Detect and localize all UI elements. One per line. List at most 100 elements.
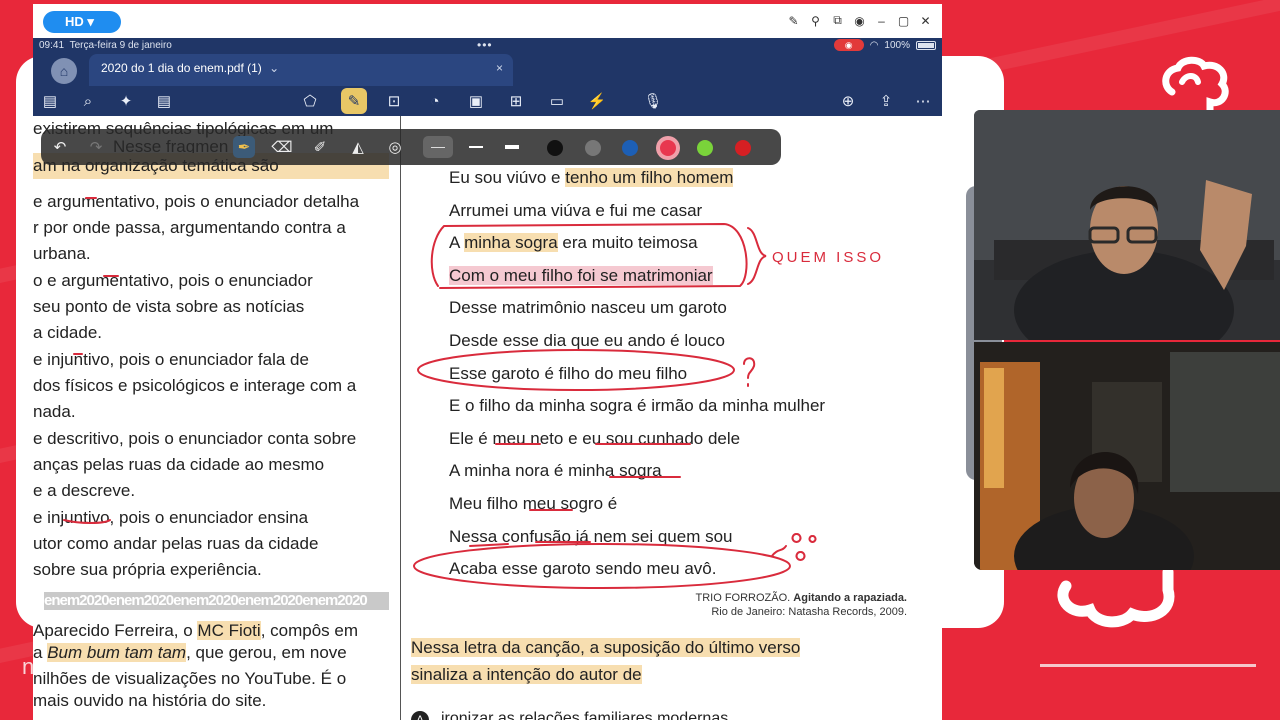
- text-fragment: Aparecido Ferreira, o: [33, 621, 198, 640]
- maximize-icon[interactable]: ▢: [895, 12, 912, 29]
- text-fragment: , compôs em: [260, 621, 358, 640]
- brand-divider: [1040, 664, 1256, 667]
- left-text-line: anças pelas ruas da cidade ao mesmo: [33, 455, 325, 474]
- webcam-presenter-bottom: [974, 342, 1280, 570]
- highlighter-icon[interactable]: ✐: [309, 136, 331, 158]
- notes-icon[interactable]: ▤: [153, 90, 175, 112]
- left-text-line: nada.: [33, 402, 76, 421]
- lyric-highlight: tenho um filho homem: [565, 168, 734, 187]
- tab-close-icon[interactable]: ×: [496, 61, 503, 75]
- text-fragment: a: [33, 643, 48, 662]
- lyric-line: Com o meu filho foi se matrimoniar: [449, 265, 713, 286]
- lyric-line: Arrumei uma viúva e fui me casar: [449, 200, 703, 220]
- recording-indicator-icon: ◉: [833, 39, 864, 51]
- color-swatch[interactable]: [622, 140, 638, 156]
- enem-banner: enem2020enem2020enem2020enem2020enem2020: [44, 592, 389, 610]
- lasso-icon[interactable]: ⬠: [299, 90, 321, 112]
- column-divider: [400, 116, 401, 720]
- brush-icon[interactable]: ◭: [347, 136, 369, 158]
- pin-icon[interactable]: ⚲: [807, 12, 824, 29]
- search-icon[interactable]: ⌕: [77, 90, 99, 112]
- credit-author: TRIO FORROZÃO.: [695, 592, 791, 604]
- microphone-icon[interactable]: 🎙: [636, 90, 670, 112]
- highlight-mc-fioti: MC Fioti: [197, 621, 261, 640]
- left-text-line: utor como andar pelas ruas da cidade: [33, 534, 319, 553]
- minimize-icon[interactable]: –: [873, 12, 890, 29]
- multitask-dots[interactable]: •••: [477, 38, 493, 52]
- lyric-line: Meu filho meu sogro é: [449, 494, 618, 513]
- color-swatch[interactable]: [584, 140, 601, 156]
- brain-logo-large-icon: [1057, 566, 1175, 628]
- left-bottom-text: Aparecido Ferreira, o MC Fioti, compôs e…: [33, 618, 389, 718]
- crop-icon[interactable]: ⧉: [829, 12, 846, 29]
- color-swatch[interactable]: [659, 140, 676, 156]
- stroke-thin-button[interactable]: [423, 136, 453, 158]
- sparkle-icon[interactable]: ✦: [115, 90, 137, 112]
- record-icon[interactable]: ◉: [851, 12, 868, 29]
- left-text-line: a cidade.: [33, 323, 102, 342]
- lyric-line: A minha nora é minha sogra: [449, 461, 662, 481]
- home-icon[interactable]: ⌂: [51, 58, 77, 84]
- lyric-highlight: Com o meu filho foi se matrimoniar: [449, 265, 713, 285]
- eraser-icon[interactable]: ⌫: [271, 136, 293, 158]
- status-right: ◉ ◠ 100%: [833, 39, 936, 51]
- text-fragment: , que gerou, em nove: [186, 643, 347, 662]
- edit-icon[interactable]: ✎: [785, 12, 802, 29]
- date-text: Terça-feira 9 de janeiro: [69, 40, 172, 51]
- right-column: Eu sou viúvo e tenho um filho homem Arrum…: [411, 116, 931, 720]
- left-text-line: dos físicos e psicológicos e interage co…: [33, 376, 357, 395]
- stroke-medium-button[interactable]: [465, 136, 487, 158]
- question-text-2: sinaliza a intenção do autor de: [411, 665, 642, 684]
- status-time: 09:41 Terça-feira 9 de janeiro: [39, 40, 172, 51]
- close-icon[interactable]: ✕: [917, 12, 934, 29]
- question-text-1: Nessa letra da canção, a suposição do úl…: [411, 638, 801, 657]
- sticky-note-icon[interactable]: ▭: [546, 90, 568, 112]
- option-a[interactable]: Aironizar as relações familiares moderna…: [411, 710, 733, 720]
- color-swatch[interactable]: [697, 140, 713, 156]
- lyric-line: Acaba esse garoto sendo meu avô.: [449, 559, 717, 579]
- tab-document[interactable]: 2020 do 1 dia do enem.pdf (1) ⌄ ×: [89, 54, 513, 86]
- textbox-icon[interactable]: ⊡: [383, 90, 405, 112]
- ipad-window: HD ▾ ✎ ⚲ ⧉ ◉ – ▢ ✕ 09:41 Terça-feira 9 d…: [33, 4, 942, 720]
- shapes-icon[interactable]: ◔: [424, 90, 446, 112]
- panel-icon[interactable]: ▤: [39, 90, 61, 112]
- credit-publisher: Rio de Janeiro: Natasha Records, 2009.: [711, 606, 907, 618]
- left-text-line: e argumentativo, pois o enunciador detal…: [33, 192, 360, 211]
- time-text: 09:41: [39, 40, 65, 51]
- chevron-down-icon[interactable]: ⌄: [269, 61, 279, 75]
- laser-pointer-icon[interactable]: ⚡: [586, 90, 608, 112]
- lyric-line: Eu sou viúvo e tenho um filho homem: [449, 168, 734, 187]
- pen-tool-icon[interactable]: ✎: [341, 88, 367, 114]
- left-text-line: e descritivo, pois o enunciador conta so…: [33, 429, 357, 448]
- left-text-line: r por onde passa, argumentando contra a: [33, 218, 346, 237]
- image-icon[interactable]: ▣: [465, 90, 487, 112]
- main-toolbar: ▤ ⌕ ✦ ▤ ⬠ ✎ ⊡ ◔ ▣ ⊞ ▭ ⚡ 🎙 ⊕ ⇪ ⋯: [33, 86, 942, 116]
- credit-title: Agitando a rapaziada.: [793, 592, 907, 604]
- fountain-pen-icon[interactable]: ✒: [233, 136, 255, 158]
- color-swatch[interactable]: [547, 140, 563, 156]
- window-controls: ✎ ⚲ ⧉ ◉ – ▢ ✕: [785, 12, 934, 29]
- left-text-line: e injuntivo, pois o enunciador ensina: [33, 508, 309, 527]
- ios-status-bar: 09:41 Terça-feira 9 de janeiro ••• ◉ ◠ 1…: [33, 38, 942, 54]
- left-text-line: e a descreve.: [33, 481, 136, 500]
- more-icon[interactable]: ⋯: [912, 90, 934, 112]
- left-text-line: sobre sua própria experiência.: [33, 560, 262, 579]
- redo-icon[interactable]: ↷: [85, 136, 107, 158]
- share-icon[interactable]: ⇪: [875, 90, 897, 112]
- lyric-line: Ele é meu neto e eu sou cunhado dele: [449, 428, 741, 448]
- left-text-line: urbana.: [33, 244, 91, 263]
- new-page-icon[interactable]: ⊕: [837, 90, 859, 112]
- tab-title: 2020 do 1 dia do enem.pdf (1): [101, 61, 262, 75]
- stroke-thick-button[interactable]: [501, 136, 523, 158]
- hd-quality-button[interactable]: HD ▾: [43, 11, 121, 33]
- song-credit: TRIO FORROZÃO. Agitando a rapaziada.: [696, 592, 908, 604]
- lasso-select-icon[interactable]: ◎: [384, 136, 406, 158]
- question-stem: Nessa letra da canção, a suposição do úl…: [411, 634, 891, 688]
- stickers-icon[interactable]: ⊞: [505, 90, 527, 112]
- pen-toolbar: ↶ ↷ ✒ ⌫ ✐ ◭ ◎: [41, 129, 781, 165]
- color-swatch[interactable]: [734, 140, 751, 156]
- undo-icon[interactable]: ↶: [49, 136, 71, 158]
- recording-top-bar: HD ▾ ✎ ⚲ ⧉ ◉ – ▢ ✕: [33, 4, 942, 38]
- lyric-line: Desde esse dia que eu ando é louco: [449, 331, 725, 350]
- webcam-presenter-top: [974, 110, 1280, 340]
